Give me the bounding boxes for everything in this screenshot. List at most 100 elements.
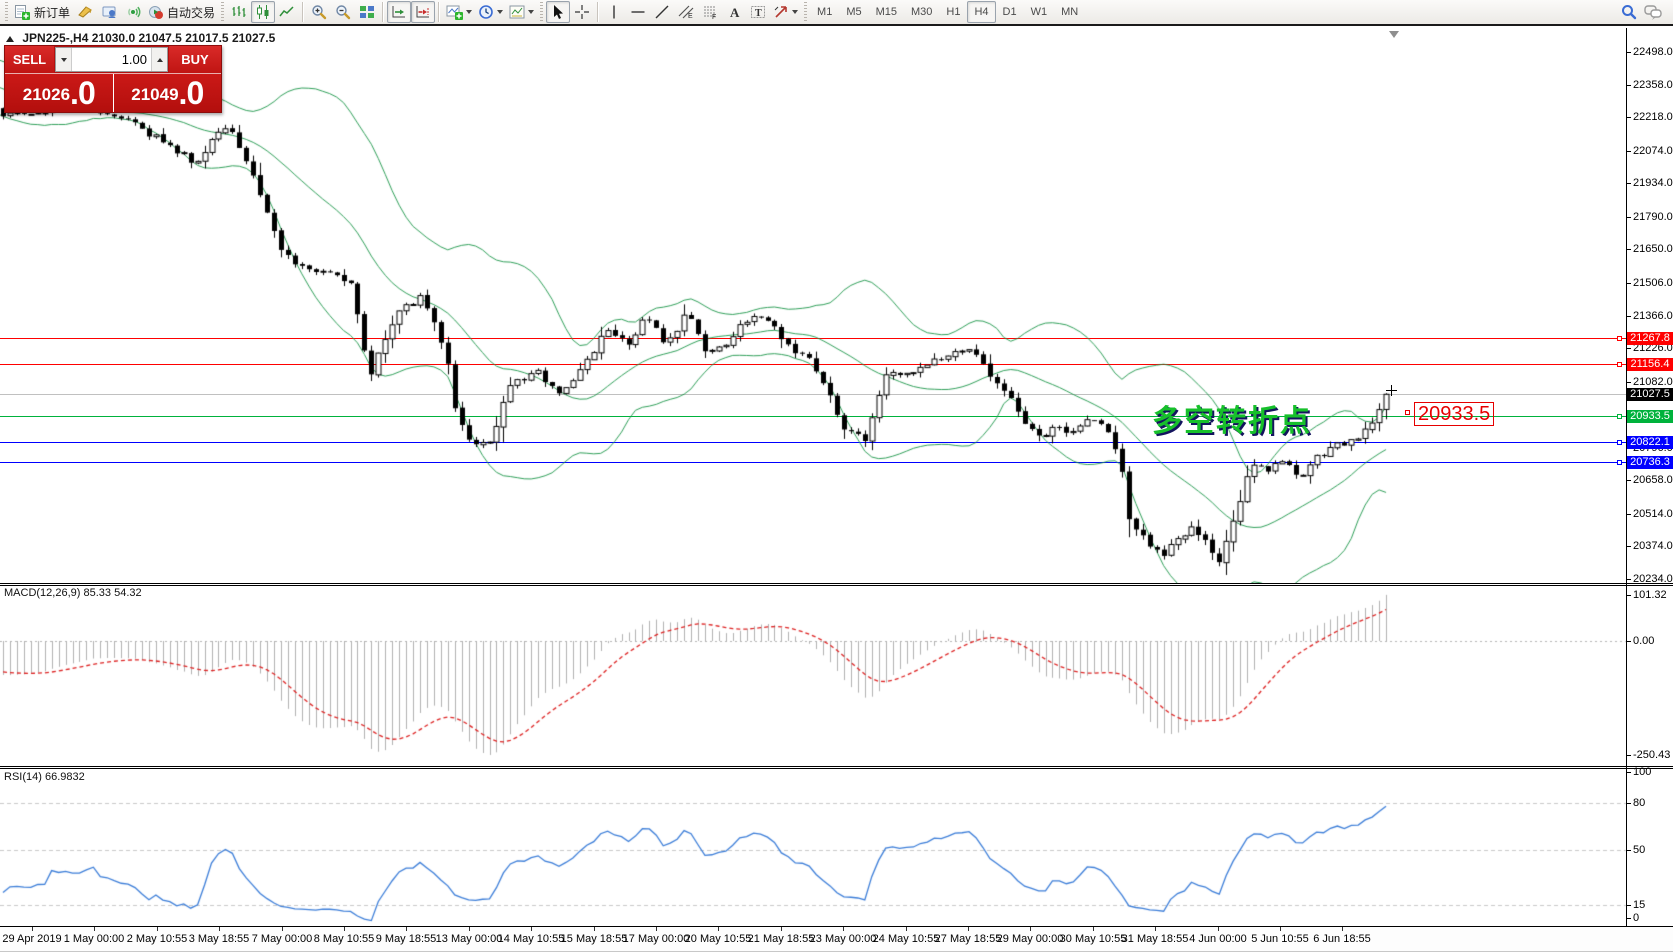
time-axis-tick <box>1342 927 1343 931</box>
time-axis-tick <box>1093 927 1094 931</box>
tile-windows-button[interactable] <box>355 1 379 23</box>
trendline-icon <box>654 4 670 20</box>
auto-trading-button[interactable]: 自动交易 <box>145 1 218 23</box>
sell-button[interactable]: SELL <box>5 46 54 73</box>
horizontal-line-button[interactable] <box>626 1 650 23</box>
boxed-price-annotation[interactable]: 20933.5 <box>1414 402 1495 426</box>
cursor-icon <box>550 4 566 20</box>
equidistant-channel-button[interactable]: E <box>674 1 698 23</box>
indicators-button[interactable] <box>443 1 475 23</box>
timeframe-m1-button[interactable]: M1 <box>810 1 839 23</box>
macd-panel-canvas[interactable] <box>0 586 1627 766</box>
price-chart-canvas[interactable] <box>0 28 1627 583</box>
signals-icon <box>125 4 141 20</box>
zoom-out-button[interactable] <box>331 1 355 23</box>
buy-button[interactable]: BUY <box>169 46 221 73</box>
chat-button[interactable] <box>1641 1 1665 23</box>
template-icon <box>509 4 525 20</box>
time-axis-tick <box>656 927 657 931</box>
vline-icon <box>606 4 622 20</box>
crosshair-button[interactable] <box>570 1 594 23</box>
turning-point-annotation[interactable]: 多空转折点 <box>1152 396 1312 440</box>
auto-scroll-button[interactable] <box>387 1 412 23</box>
time-axis-tick <box>906 927 907 931</box>
timeframe-d1-button[interactable]: D1 <box>996 1 1024 23</box>
time-axis-tick <box>781 927 782 931</box>
price-axis-label: 22218.0 <box>1633 111 1673 123</box>
macd-main-value: 85.33 <box>83 587 112 599</box>
templates-button[interactable] <box>506 1 537 23</box>
time-axis-tick <box>94 927 95 931</box>
dropdown-caret-icon[interactable] <box>528 10 535 14</box>
zoom-in-button[interactable] <box>307 1 331 23</box>
arrows-button[interactable] <box>770 1 801 23</box>
price-axis-tick <box>1627 348 1631 349</box>
toolbar-drag-handle[interactable] <box>221 2 225 22</box>
timeframe-h1-button[interactable]: H1 <box>939 1 967 23</box>
one-click-trading-panel: SELL BUY 21026 .0 21049 .0 <box>4 45 222 113</box>
timeframe-h4-button[interactable]: H4 <box>967 1 996 23</box>
volume-input[interactable] <box>72 48 151 71</box>
price-axis-label: 20234.0 <box>1633 573 1673 585</box>
panel-splitter[interactable] <box>0 766 1673 769</box>
time-axis-tick <box>594 927 595 931</box>
cursor-button[interactable] <box>546 1 571 23</box>
macd-signal-value: 54.32 <box>114 587 142 599</box>
new-order-button[interactable]: 新订单 <box>11 1 73 23</box>
text-label-button[interactable]: T <box>746 1 770 23</box>
time-axis-label: 17 May 00:00 <box>622 933 690 945</box>
chart-shift-marker-icon[interactable] <box>1389 31 1399 38</box>
price-axis-label: 21934.0 <box>1633 177 1673 189</box>
community-button[interactable] <box>97 1 121 23</box>
periods-button[interactable] <box>475 1 506 23</box>
panel-splitter[interactable] <box>0 583 1673 586</box>
toolbar-drag-handle[interactable] <box>540 2 544 22</box>
time-axis-label: 4 Jun 00:00 <box>1189 933 1247 945</box>
time-axis-label: 20 May 10:55 <box>684 933 752 945</box>
timeframe-m15-button[interactable]: M15 <box>869 1 904 23</box>
time-axis-tick <box>718 927 719 931</box>
dropdown-caret-icon[interactable] <box>497 10 504 14</box>
dropdown-caret-icon[interactable] <box>792 10 799 14</box>
ohlc-close: 21027.5 <box>231 31 276 45</box>
toolbar-drag-handle[interactable] <box>5 2 8 22</box>
trendline-button[interactable] <box>650 1 674 23</box>
ohlc-high: 21047.5 <box>138 31 182 45</box>
fibonacci-button[interactable]: F <box>698 1 722 23</box>
gold-tool-icon <box>77 4 93 20</box>
vertical-line-button[interactable] <box>602 1 626 23</box>
sell-price-pips: .0 <box>70 75 96 111</box>
time-axis-label: 1 May 00:00 <box>63 933 125 945</box>
text-button[interactable]: A <box>722 1 746 23</box>
toolbar-drag-handle[interactable] <box>804 2 808 22</box>
bar-chart-button[interactable] <box>227 1 251 23</box>
buy-price-display[interactable]: 21049 .0 <box>112 74 221 112</box>
volume-decrease-button[interactable] <box>56 48 72 71</box>
search-button[interactable] <box>1617 1 1641 23</box>
zoom-in-icon <box>311 4 327 20</box>
text-icon: A <box>726 4 742 20</box>
volume-increase-button[interactable] <box>151 48 167 71</box>
gold-tool-button[interactable] <box>73 1 97 23</box>
timeframe-mn-button[interactable]: MN <box>1054 1 1085 23</box>
time-axis[interactable]: 29 Apr 2019 1 May 00:00 2 May 10:55 3 May 1… <box>0 927 1673 952</box>
timeframe-m30-button[interactable]: M30 <box>904 1 939 23</box>
timeframe-m5-button[interactable]: M5 <box>839 1 868 23</box>
candlestick-chart-button[interactable] <box>251 1 276 23</box>
price-axis-tick <box>1627 546 1631 547</box>
rsi-panel-canvas[interactable] <box>0 769 1627 926</box>
dropdown-caret-icon[interactable] <box>466 10 473 14</box>
chart-shift-button[interactable] <box>411 1 436 23</box>
price-axis-tick <box>1627 151 1631 152</box>
toolbar-separator <box>302 2 305 22</box>
macd-axis-label: 0.00 <box>1633 635 1655 647</box>
time-axis-label: 5 Jun 10:55 <box>1251 933 1309 945</box>
sell-price-display[interactable]: 21026 .0 <box>5 74 113 112</box>
signals-button[interactable] <box>121 1 145 23</box>
annotation-anchor[interactable] <box>1405 410 1410 415</box>
one-click-toggle-icon[interactable] <box>6 36 14 42</box>
timeframe-w1-button[interactable]: W1 <box>1024 1 1055 23</box>
auto-scroll-icon <box>391 4 407 20</box>
time-axis-tick <box>282 927 283 931</box>
line-chart-button[interactable] <box>275 1 299 23</box>
